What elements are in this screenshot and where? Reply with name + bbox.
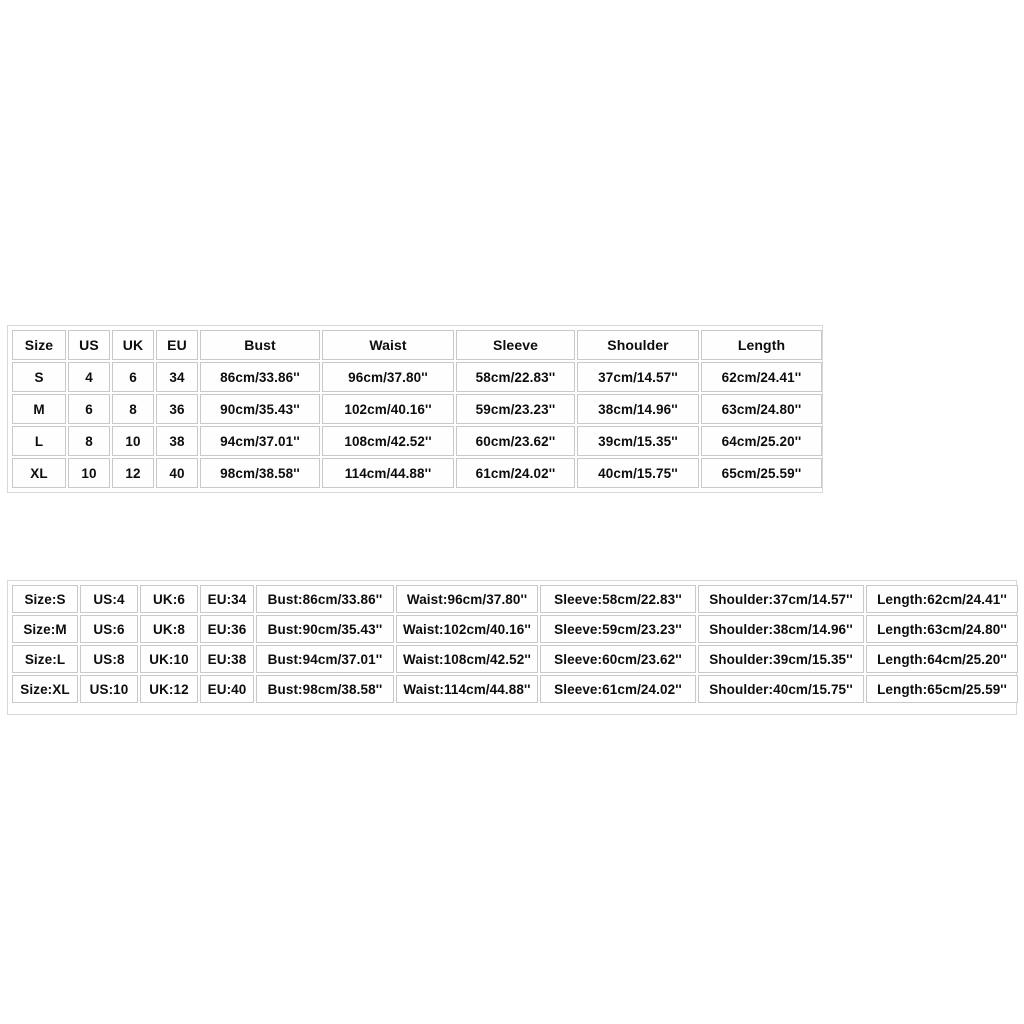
cell-waist: 108cm/42.52'' <box>322 426 454 456</box>
cell-length: 65cm/25.59'' <box>701 458 822 488</box>
cell-us: US:8 <box>80 645 138 673</box>
cell-eu: EU:38 <box>200 645 254 673</box>
cell-shoulder: Shoulder:39cm/15.35'' <box>698 645 864 673</box>
cell-eu: 36 <box>156 394 198 424</box>
cell-eu: 34 <box>156 362 198 392</box>
cell-shoulder: 37cm/14.57'' <box>577 362 699 392</box>
cell-waist: Waist:114cm/44.88'' <box>396 675 538 703</box>
column-header-us: US <box>68 330 110 360</box>
cell-sleeve: 60cm/23.62'' <box>456 426 575 456</box>
cell-bust: 94cm/37.01'' <box>200 426 320 456</box>
cell-size: Size:XL <box>12 675 78 703</box>
table-row: S 4 6 34 86cm/33.86'' 96cm/37.80'' 58cm/22.83'… <box>12 362 822 392</box>
cell-shoulder: 40cm/15.75'' <box>577 458 699 488</box>
cell-shoulder: Shoulder:40cm/15.75'' <box>698 675 864 703</box>
cell-bust: 86cm/33.86'' <box>200 362 320 392</box>
cell-length: 64cm/25.20'' <box>701 426 822 456</box>
table-row: XL 10 12 40 98cm/38.58'' 114cm/44.88'' 61cm/24… <box>12 458 822 488</box>
table-row: L 8 10 38 94cm/37.01'' 108cm/42.52'' 60cm/23.6… <box>12 426 822 456</box>
cell-length: Length:65cm/25.59'' <box>866 675 1018 703</box>
cell-size: S <box>12 362 66 392</box>
cell-shoulder: Shoulder:37cm/14.57'' <box>698 585 864 613</box>
cell-bust: Bust:90cm/35.43'' <box>256 615 394 643</box>
cell-uk: UK:10 <box>140 645 198 673</box>
cell-length: 62cm/24.41'' <box>701 362 822 392</box>
cell-us: 8 <box>68 426 110 456</box>
cell-uk: 6 <box>112 362 154 392</box>
cell-shoulder: 38cm/14.96'' <box>577 394 699 424</box>
cell-length: Length:62cm/24.41'' <box>866 585 1018 613</box>
table-body: S 4 6 34 86cm/33.86'' 96cm/37.80'' 58cm/22.83'… <box>12 362 822 488</box>
cell-us: 4 <box>68 362 110 392</box>
cell-waist: 114cm/44.88'' <box>322 458 454 488</box>
cell-uk: UK:6 <box>140 585 198 613</box>
header-row: Size US UK EU Bust Waist Sleeve Shoulder Length <box>12 330 822 360</box>
size-chart-top-panel: Size US UK EU Bust Waist Sleeve Shoulder Length … <box>7 325 823 493</box>
table-row: Size:S US:4 UK:6 EU:34 Bust:86cm/33.86'' Wais… <box>12 585 1018 613</box>
column-header-size: Size <box>12 330 66 360</box>
cell-bust: Bust:86cm/33.86'' <box>256 585 394 613</box>
cell-size: Size:L <box>12 645 78 673</box>
cell-shoulder: Shoulder:38cm/14.96'' <box>698 615 864 643</box>
cell-length: Length:63cm/24.80'' <box>866 615 1018 643</box>
cell-bust: 90cm/35.43'' <box>200 394 320 424</box>
column-header-waist: Waist <box>322 330 454 360</box>
cell-sleeve: Sleeve:59cm/23.23'' <box>540 615 696 643</box>
cell-uk: UK:8 <box>140 615 198 643</box>
cell-sleeve: Sleeve:58cm/22.83'' <box>540 585 696 613</box>
cell-sleeve: Sleeve:60cm/23.62'' <box>540 645 696 673</box>
cell-us: US:4 <box>80 585 138 613</box>
cell-size: XL <box>12 458 66 488</box>
cell-us: US:6 <box>80 615 138 643</box>
column-header-length: Length <box>701 330 822 360</box>
cell-waist: 96cm/37.80'' <box>322 362 454 392</box>
table-row: Size:M US:6 UK:8 EU:36 Bust:90cm/35.43'' Wais… <box>12 615 1018 643</box>
cell-eu: 40 <box>156 458 198 488</box>
cell-shoulder: 39cm/15.35'' <box>577 426 699 456</box>
cell-waist: Waist:96cm/37.80'' <box>396 585 538 613</box>
cell-us: 6 <box>68 394 110 424</box>
cell-eu: EU:40 <box>200 675 254 703</box>
column-header-shoulder: Shoulder <box>577 330 699 360</box>
cell-size: L <box>12 426 66 456</box>
cell-eu: 38 <box>156 426 198 456</box>
cell-waist: Waist:102cm/40.16'' <box>396 615 538 643</box>
cell-sleeve: 59cm/23.23'' <box>456 394 575 424</box>
cell-eu: EU:36 <box>200 615 254 643</box>
table-body: Size:S US:4 UK:6 EU:34 Bust:86cm/33.86'' Wais… <box>12 585 1018 703</box>
table-row: Size:XL US:10 UK:12 EU:40 Bust:98cm/38.58'' W… <box>12 675 1018 703</box>
cell-bust: Bust:94cm/37.01'' <box>256 645 394 673</box>
table-row: Size:L US:8 UK:10 EU:38 Bust:94cm/37.01'' Wai… <box>12 645 1018 673</box>
cell-sleeve: Sleeve:61cm/24.02'' <box>540 675 696 703</box>
size-chart-table: Size US UK EU Bust Waist Sleeve Shoulder Length … <box>10 328 824 490</box>
table-row: M 6 8 36 90cm/35.43'' 102cm/40.16'' 59cm/23.23… <box>12 394 822 424</box>
cell-bust: 98cm/38.58'' <box>200 458 320 488</box>
column-header-eu: EU <box>156 330 198 360</box>
cell-size: M <box>12 394 66 424</box>
cell-uk: 10 <box>112 426 154 456</box>
cell-sleeve: 61cm/24.02'' <box>456 458 575 488</box>
cell-waist: Waist:108cm/42.52'' <box>396 645 538 673</box>
cell-sleeve: 58cm/22.83'' <box>456 362 575 392</box>
cell-bust: Bust:98cm/38.58'' <box>256 675 394 703</box>
column-header-uk: UK <box>112 330 154 360</box>
cell-size: Size:S <box>12 585 78 613</box>
cell-uk: 12 <box>112 458 154 488</box>
cell-eu: EU:34 <box>200 585 254 613</box>
cell-waist: 102cm/40.16'' <box>322 394 454 424</box>
size-chart-labeled-table: Size:S US:4 UK:6 EU:34 Bust:86cm/33.86'' Wais… <box>10 583 1020 705</box>
cell-length: Length:64cm/25.20'' <box>866 645 1018 673</box>
cell-size: Size:M <box>12 615 78 643</box>
size-chart-bottom-panel: Size:S US:4 UK:6 EU:34 Bust:86cm/33.86'' Wais… <box>7 580 1020 715</box>
cell-us: US:10 <box>80 675 138 703</box>
cell-uk: UK:12 <box>140 675 198 703</box>
column-header-bust: Bust <box>200 330 320 360</box>
cell-length: 63cm/24.80'' <box>701 394 822 424</box>
column-header-sleeve: Sleeve <box>456 330 575 360</box>
cell-us: 10 <box>68 458 110 488</box>
table-header: Size US UK EU Bust Waist Sleeve Shoulder Length <box>12 330 822 360</box>
cell-uk: 8 <box>112 394 154 424</box>
